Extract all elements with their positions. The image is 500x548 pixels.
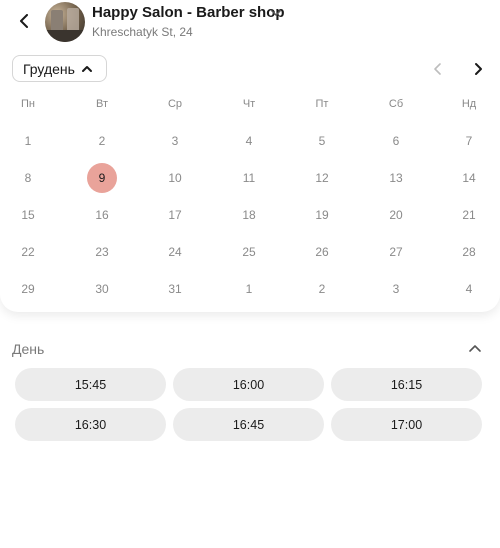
weekday-label: Ср (167, 98, 183, 110)
calendar-day[interactable]: 10 (160, 163, 190, 193)
calendar-day[interactable]: 23 (87, 237, 117, 267)
time-slot-button[interactable]: 15:45 (15, 368, 166, 401)
calendar-day[interactable]: 2 (307, 274, 337, 304)
month-label: Грудень (23, 60, 75, 77)
calendar-day[interactable]: 11 (234, 163, 264, 193)
chevron-left-icon (20, 14, 28, 28)
time-slot-button[interactable]: 16:30 (15, 408, 166, 441)
calendar-day[interactable]: 25 (234, 237, 264, 267)
weekday-label: Сб (388, 98, 404, 110)
calendar-day[interactable]: 31 (160, 274, 190, 304)
calendar-day[interactable]: 1 (234, 274, 264, 304)
calendar-day[interactable]: 28 (454, 237, 484, 267)
salon-name[interactable]: Happy Salon - Barber shop (92, 4, 285, 21)
next-month-button[interactable] (468, 59, 488, 79)
calendar-day-selected[interactable]: 9 (87, 163, 117, 193)
calendar-day[interactable]: 22 (13, 237, 43, 267)
calendar-day[interactable]: 1 (13, 126, 43, 156)
calendar-day[interactable]: 3 (381, 274, 411, 304)
weekday-label: Чт (242, 98, 256, 110)
calendar-day[interactable]: 29 (13, 274, 43, 304)
header: Happy Salon - Barber shop Khreschatyk St… (0, 0, 500, 44)
chevron-down-icon[interactable] (270, 6, 282, 18)
calendar-day[interactable]: 12 (307, 163, 337, 193)
weekday-header: Пн Вт Ср Чт Пт Сб Нд (0, 98, 500, 114)
weekday-label: Пн (21, 98, 35, 110)
calendar-day[interactable]: 27 (381, 237, 411, 267)
calendar-day[interactable]: 20 (381, 200, 411, 230)
calendar-day[interactable]: 24 (160, 237, 190, 267)
time-section-label: День (12, 341, 45, 357)
calendar-day[interactable]: 18 (234, 200, 264, 230)
calendar-day[interactable]: 30 (87, 274, 117, 304)
month-selector[interactable]: Грудень (12, 55, 107, 82)
calendar-day[interactable]: 4 (234, 126, 264, 156)
calendar-day[interactable]: 15 (13, 200, 43, 230)
calendar-day[interactable]: 17 (160, 200, 190, 230)
calendar-day[interactable]: 4 (454, 274, 484, 304)
weekday-label: Нд (461, 98, 477, 110)
salon-avatar (45, 2, 85, 42)
calendar-day[interactable]: 13 (381, 163, 411, 193)
time-slot-button[interactable]: 16:15 (331, 368, 482, 401)
calendar-day[interactable]: 14 (454, 163, 484, 193)
chevron-right-icon (475, 63, 482, 75)
time-slot-button[interactable]: 17:00 (331, 408, 482, 441)
salon-address: Khreschatyk St, 24 (92, 25, 193, 39)
back-button[interactable] (14, 10, 36, 32)
chevron-up-icon (469, 345, 481, 352)
calendar-card: Happy Salon - Barber shop Khreschatyk St… (0, 0, 500, 312)
weekday-label: Пт (315, 98, 329, 110)
calendar-day[interactable]: 19 (307, 200, 337, 230)
calendar-day[interactable]: 26 (307, 237, 337, 267)
calendar-day[interactable]: 3 (160, 126, 190, 156)
calendar-day[interactable]: 6 (381, 126, 411, 156)
prev-month-button[interactable] (428, 59, 448, 79)
calendar-day[interactable]: 2 (87, 126, 117, 156)
chevron-up-icon (81, 65, 92, 72)
calendar-day[interactable]: 16 (87, 200, 117, 230)
weekday-label: Вт (95, 98, 108, 110)
chevron-left-icon (434, 63, 441, 75)
calendar-day[interactable]: 21 (454, 200, 484, 230)
time-slot-button[interactable]: 16:45 (173, 408, 324, 441)
calendar-day[interactable]: 7 (454, 126, 484, 156)
collapse-button[interactable] (466, 340, 484, 358)
calendar-day[interactable]: 8 (13, 163, 43, 193)
calendar-day[interactable]: 5 (307, 126, 337, 156)
time-slot-button[interactable]: 16:00 (173, 368, 324, 401)
